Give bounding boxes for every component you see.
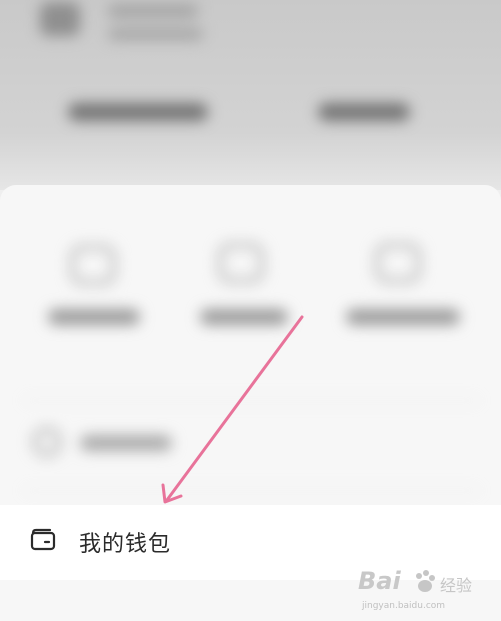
- watermark-brand: Bai: [358, 567, 401, 595]
- annotation-arrow: [161, 315, 304, 504]
- app-screen: 我的钱包 Bai 经验 jingyan.baidu.com: [0, 0, 501, 621]
- baidu-watermark: Bai 经验 jingyan.baidu.com: [358, 567, 496, 619]
- paw-logo-icon: [416, 570, 435, 592]
- watermark-extra: 经验: [440, 576, 473, 595]
- watermark-site: jingyan.baidu.com: [362, 601, 446, 611]
